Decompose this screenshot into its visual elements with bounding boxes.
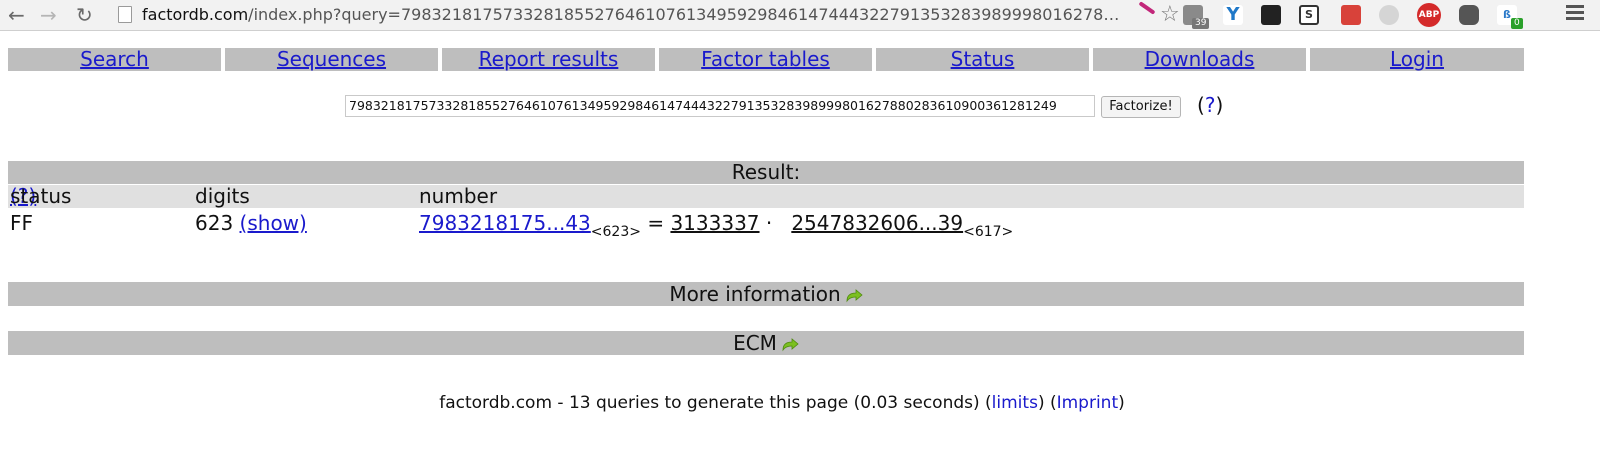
printer-badge: 39 <box>1192 18 1210 29</box>
number-digits-sub: <623> <box>590 224 641 240</box>
equals-sign: = <box>647 211 665 235</box>
browser-toolbar: ← → ↻ factordb.com/index.php?query=79832… <box>0 0 1600 31</box>
expand-arrow-icon[interactable] <box>781 337 799 352</box>
table-row: FF 623 (show) 7983218175...43<623> = 313… <box>8 210 1524 240</box>
reload-icon[interactable]: ↻ <box>76 4 93 26</box>
show-digits-link[interactable]: (show) <box>240 211 307 235</box>
digits-column-header: digits <box>195 184 250 208</box>
nav-sequences[interactable]: Sequences <box>225 48 438 71</box>
result-column-headers: status (?) digits number <box>8 185 1524 208</box>
glasses-icon[interactable] <box>1261 5 1281 25</box>
bookmark-star-icon[interactable]: ☆ <box>1160 2 1180 27</box>
more-information-label: More information <box>669 282 841 306</box>
factor1-link[interactable]: 3133337 <box>670 211 759 235</box>
menu-icon[interactable] <box>1566 5 1584 23</box>
adblock-icon[interactable]: ABP <box>1417 3 1441 27</box>
main-nav: Search Sequences Report results Factor t… <box>8 48 1524 71</box>
result-header: Result: <box>8 161 1524 184</box>
nav-status[interactable]: Status <box>876 48 1089 71</box>
digits-value: 623 (show) <box>195 211 307 235</box>
globe-icon[interactable] <box>1379 5 1399 25</box>
query-help: (?) <box>1197 93 1224 117</box>
address-bar[interactable]: factordb.com/index.php?query=79832181757… <box>110 3 1172 27</box>
url-text[interactable]: factordb.com/index.php?query=79832181757… <box>142 5 1142 24</box>
ecm-bar[interactable]: ECM <box>8 331 1524 355</box>
nav-login[interactable]: Login <box>1310 48 1524 71</box>
limits-link[interactable]: limits <box>992 393 1038 413</box>
nav-report-results[interactable]: Report results <box>442 48 655 71</box>
nav-downloads[interactable]: Downloads <box>1093 48 1306 71</box>
evernote-icon[interactable] <box>1459 5 1479 25</box>
imprint-link[interactable]: Imprint <box>1057 393 1119 413</box>
ecm-label: ECM <box>733 331 777 355</box>
y-icon[interactable]: Y <box>1223 5 1243 25</box>
factorize-button[interactable]: Factorize! <box>1101 96 1181 118</box>
number-value: 7983218175...43<623> = 3133337 · 2547832… <box>419 210 1014 240</box>
expand-arrow-icon[interactable] <box>845 288 863 303</box>
forward-arrow-icon[interactable]: → <box>40 4 57 26</box>
nav-factor-tables[interactable]: Factor tables <box>659 48 872 71</box>
status-value: FF <box>10 211 34 235</box>
query-help-link[interactable]: ? <box>1205 93 1216 117</box>
factor2-digits-sub: <617> <box>963 224 1014 240</box>
query-input[interactable]: 7983218175733281855276461076134959298461… <box>345 95 1095 117</box>
number-link[interactable]: 7983218175...43 <box>419 211 591 235</box>
back-arrow-icon[interactable]: ← <box>8 4 25 26</box>
multiply-dot: · <box>765 211 773 235</box>
more-information-bar[interactable]: More information <box>8 282 1524 306</box>
s-icon[interactable]: S <box>1299 5 1319 25</box>
status-column-header: status (?) <box>10 184 72 208</box>
factor2-link[interactable]: 2547832606...39 <box>791 211 963 235</box>
bluetooth-badge: 0 <box>1511 18 1523 29</box>
page-footer: factordb.com - 13 queries to generate th… <box>439 393 1125 413</box>
floppy-icon[interactable] <box>1341 5 1361 25</box>
number-column-header: number <box>419 184 498 208</box>
nav-search[interactable]: Search <box>8 48 221 71</box>
page-icon <box>118 6 132 23</box>
